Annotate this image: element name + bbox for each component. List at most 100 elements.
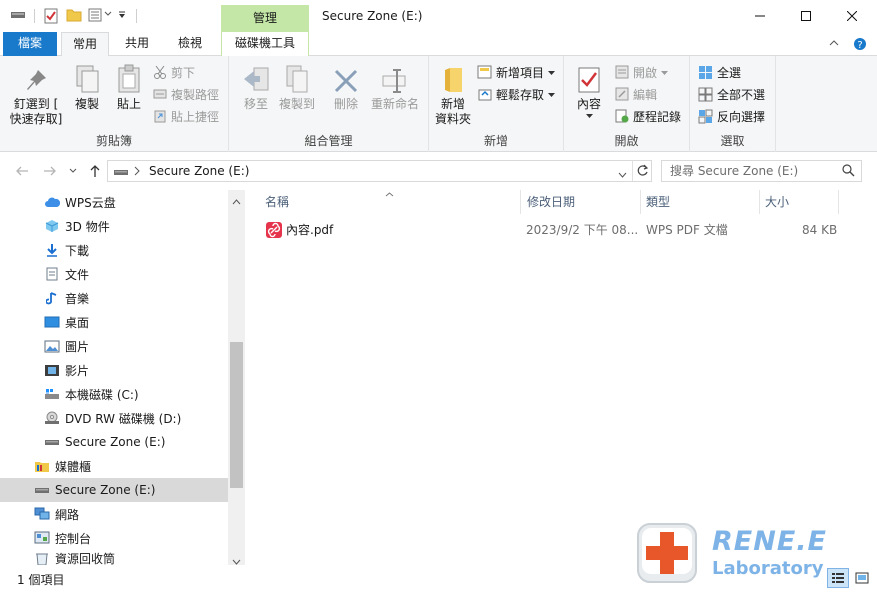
- nav-item-local-disk-c[interactable]: 本機磁碟 (C:): [0, 382, 228, 406]
- nav-item-secure-zone-e-selected[interactable]: Secure Zone (E:): [0, 478, 228, 502]
- nav-item-videos[interactable]: 影片: [0, 358, 228, 382]
- nav-item-3d-objects[interactable]: 3D 物件: [0, 214, 228, 238]
- nav-item-label: Secure Zone (E:): [55, 483, 156, 497]
- nav-scrollbar[interactable]: [228, 190, 245, 565]
- ribbon-tabs: 檔案 常用 共用 檢視 磁碟機工具 ?: [0, 32, 877, 57]
- breadcrumb-current[interactable]: Secure Zone (E:): [149, 163, 249, 179]
- table-row[interactable]: 內容.pdf 2023/9/2 下午 08... WPS PDF 文檔 84 K…: [262, 219, 842, 241]
- tab-file[interactable]: 檔案: [3, 32, 57, 56]
- properties-button[interactable]: 內容: [572, 62, 606, 119]
- nav-item-label: WPS云盘: [65, 195, 116, 210]
- easy-access-button[interactable]: 輕鬆存取: [477, 84, 556, 104]
- open-button[interactable]: 開啟: [614, 62, 669, 82]
- column-header-modified[interactable]: 修改日期: [521, 190, 641, 214]
- nav-item-label: DVD RW 磁碟機 (D:): [65, 411, 182, 426]
- nav-item-desktop[interactable]: 桌面: [0, 310, 228, 334]
- select-group-label: 選取: [720, 134, 745, 148]
- address-dropdown-icon[interactable]: [618, 167, 627, 181]
- search-input[interactable]: 搜尋 Secure Zone (E:): [661, 160, 862, 182]
- help-icon[interactable]: ?: [853, 37, 867, 54]
- properties-icon[interactable]: [88, 8, 104, 22]
- tab-view[interactable]: 檢視: [166, 32, 214, 56]
- paste-label: 貼上: [116, 97, 141, 111]
- forward-button[interactable]: [41, 162, 59, 180]
- open-label: 開啟: [633, 65, 658, 80]
- nav-item-label: 影片: [65, 363, 90, 378]
- chevron-down-icon[interactable]: [104, 11, 112, 17]
- breadcrumb-chevron-icon[interactable]: [134, 165, 140, 179]
- copy-path-icon: [152, 87, 167, 102]
- minimize-button[interactable]: [737, 0, 783, 32]
- separator: [34, 9, 35, 23]
- details-view-button[interactable]: [827, 568, 849, 588]
- cut-button[interactable]: 剪下: [152, 62, 195, 82]
- select-none-button[interactable]: 全部不選: [698, 84, 765, 104]
- invert-selection-button[interactable]: 反向選擇: [698, 106, 765, 126]
- file-name: 內容.pdf: [286, 223, 334, 237]
- copy-to-icon: [283, 62, 311, 94]
- drive-icon: [44, 434, 60, 450]
- nav-item-label: 下載: [65, 243, 90, 258]
- address-bar[interactable]: Secure Zone (E:): [107, 160, 652, 182]
- folder-icon[interactable]: [66, 8, 82, 22]
- history-button[interactable]: 歷程記錄: [614, 106, 681, 126]
- chevron-up-icon[interactable]: [829, 37, 839, 54]
- paste-shortcut-button[interactable]: 貼上捷徑: [152, 106, 219, 126]
- nav-item-pictures[interactable]: 圖片: [0, 334, 228, 358]
- copy-to-button[interactable]: 複製到: [277, 62, 317, 112]
- up-button[interactable]: [86, 162, 104, 180]
- edit-button[interactable]: 編輯: [614, 84, 657, 104]
- open-group-label: 開啟: [614, 134, 639, 148]
- new-item-button[interactable]: 新增項目: [477, 62, 556, 82]
- nav-item-secure-zone-e[interactable]: Secure Zone (E:): [0, 430, 228, 454]
- invert-selection-icon: [698, 109, 713, 124]
- move-to-button[interactable]: 移至: [239, 62, 273, 112]
- select-all-button[interactable]: 全選: [698, 62, 741, 82]
- file-modified: 2023/9/2 下午 08...: [526, 223, 639, 237]
- checkmark-doc-icon[interactable]: [44, 8, 58, 24]
- column-header-size[interactable]: 大小: [759, 190, 839, 214]
- watermark-brand: RENE.E: [712, 526, 827, 557]
- nav-item-dvd-drive-d[interactable]: DVD RW 磁碟機 (D:): [0, 406, 228, 430]
- rename-button[interactable]: 重新命名: [369, 62, 421, 112]
- new-group: 新增 資料夾 新增項目 輕鬆存取 新增: [429, 56, 564, 152]
- large-icons-view-button[interactable]: [852, 568, 872, 588]
- new-folder-icon: [442, 62, 464, 94]
- pictures-icon: [44, 338, 60, 354]
- nav-item-documents[interactable]: 文件: [0, 262, 228, 286]
- nav-item-downloads[interactable]: 下載: [0, 238, 228, 262]
- tab-share[interactable]: 共用: [113, 32, 161, 56]
- dropdown-arrow-icon: [661, 65, 669, 79]
- paste-shortcut-label: 貼上捷徑: [171, 109, 220, 124]
- column-header-type[interactable]: 類型: [640, 190, 760, 214]
- tab-drive-tools[interactable]: 磁碟機工具: [221, 32, 309, 56]
- nav-item-network[interactable]: 網路: [0, 502, 228, 526]
- nav-item-libraries[interactable]: 媒體櫃: [0, 454, 228, 478]
- recent-locations-button[interactable]: [64, 162, 82, 180]
- scrollbar-thumb[interactable]: [230, 342, 243, 488]
- pin-quick-access-button[interactable]: 釘選到 [ 快速存取]: [8, 62, 64, 127]
- back-button[interactable]: [13, 162, 31, 180]
- copy-button[interactable]: 複製: [70, 62, 104, 112]
- edit-label: 編輯: [633, 87, 658, 102]
- search-icon[interactable]: [842, 164, 855, 180]
- new-folder-button[interactable]: 新增 資料夾: [433, 62, 473, 127]
- nav-item-music[interactable]: 音樂: [0, 286, 228, 310]
- nav-item-wps-cloud[interactable]: WPS云盘: [0, 190, 228, 214]
- nav-item-control-panel[interactable]: 控制台: [0, 526, 228, 550]
- paste-button[interactable]: 貼上: [112, 62, 146, 112]
- scroll-up-icon[interactable]: [232, 194, 241, 208]
- refresh-icon[interactable]: [636, 164, 649, 180]
- nav-item-recycle-bin[interactable]: 資源回收筒: [0, 550, 228, 565]
- delete-button[interactable]: 刪除: [329, 62, 363, 112]
- nav-item-label: 網路: [55, 507, 80, 522]
- customize-dropdown-icon[interactable]: [118, 11, 126, 19]
- close-button[interactable]: [829, 0, 875, 32]
- maximize-button[interactable]: [783, 0, 829, 32]
- tab-home[interactable]: 常用: [61, 32, 109, 57]
- title-bar: 管理 Secure Zone (E:): [0, 0, 877, 32]
- organize-group-label: 組合管理: [304, 134, 353, 148]
- column-header-name[interactable]: 名稱: [259, 190, 521, 214]
- copy-path-button[interactable]: 複製路徑: [152, 84, 219, 104]
- select-all-label: 全選: [717, 65, 742, 80]
